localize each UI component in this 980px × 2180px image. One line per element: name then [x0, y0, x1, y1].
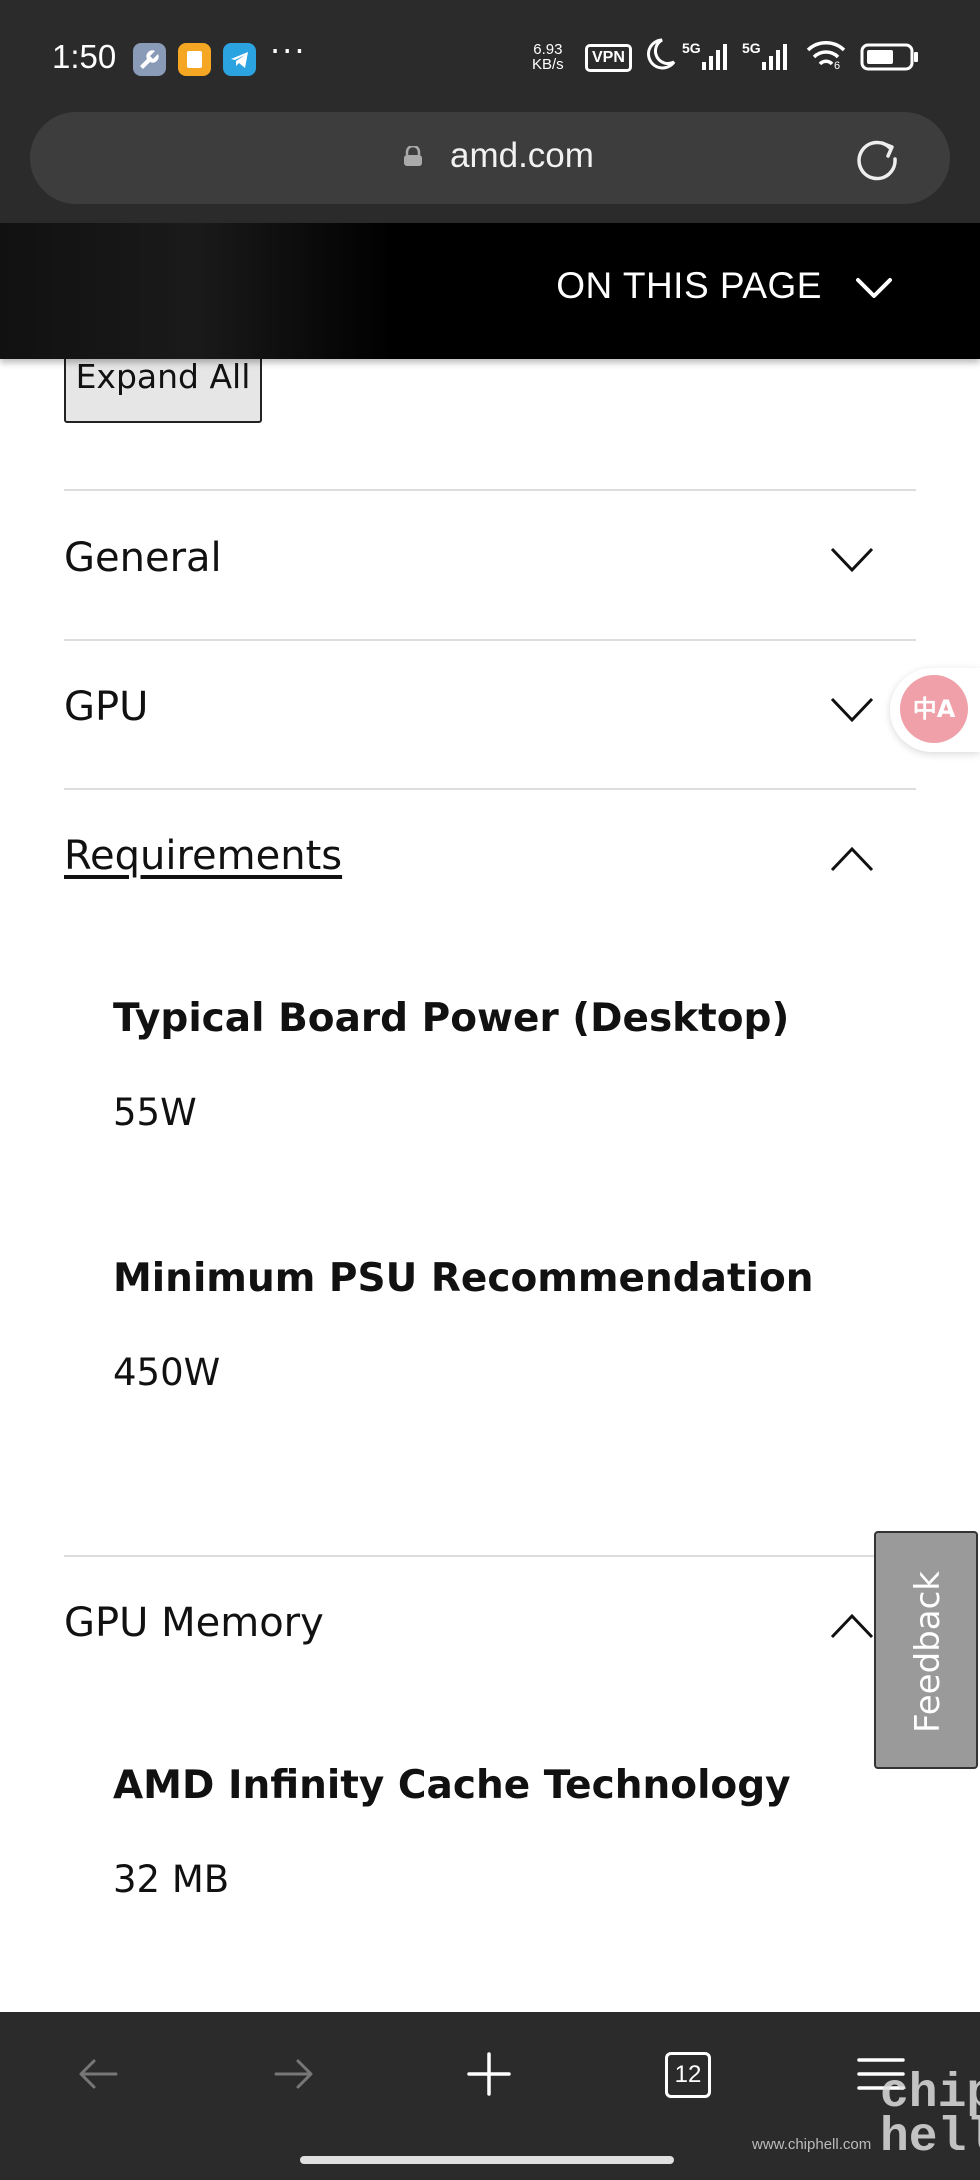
signal-icon-2: [762, 44, 787, 70]
spec-label: AMD Infinity Cache Technology: [113, 1763, 791, 1808]
vpn-badge: VPN: [585, 44, 632, 72]
spec-value: 55W: [113, 1091, 197, 1134]
address-bar[interactable]: amd.com: [30, 112, 950, 204]
forward-arrow-icon[interactable]: [272, 2052, 316, 2096]
watermark-logo: chiphell: [880, 2067, 980, 2165]
section-divider: [64, 788, 916, 790]
on-this-page-label: ON THIS PAGE: [556, 265, 822, 306]
wifi-badge: 6: [834, 60, 841, 72]
network-speed: 6.93 KB/s: [532, 42, 564, 72]
spec-value: 32 MB: [113, 1858, 230, 1901]
chevron-down-icon[interactable]: [829, 546, 875, 574]
translate-floating-tab[interactable]: 中A: [890, 668, 980, 752]
spec-label: Typical Board Power (Desktop): [113, 996, 790, 1041]
feedback-label: Feedback: [908, 1571, 948, 1733]
on-this-page-bar[interactable]: ON THIS PAGE: [0, 223, 980, 359]
net-type-2: 5G: [742, 40, 761, 56]
section-title-gpu-memory[interactable]: GPU Memory: [64, 1600, 324, 1646]
more-notifications-icon: ···: [270, 32, 307, 70]
tools-app-icon: [133, 43, 166, 76]
status-time: 1:50: [52, 38, 117, 75]
section-title-requirements[interactable]: Requirements: [64, 833, 342, 879]
battery-icon: [860, 43, 918, 71]
chevron-down-icon[interactable]: [829, 696, 875, 724]
network-speed-value: 6.93: [533, 41, 563, 58]
telegram-app-icon: [223, 43, 256, 76]
home-indicator: [300, 2156, 674, 2164]
spec-label: Minimum PSU Recommendation: [113, 1256, 814, 1301]
tabs-count-button[interactable]: 12: [665, 2052, 711, 2098]
expand-all-label: Expand All: [75, 357, 251, 396]
watermark-text: www.chiphell.com: [752, 2136, 872, 2153]
back-arrow-icon[interactable]: [76, 2052, 120, 2096]
reload-icon[interactable]: [852, 134, 902, 184]
browser-bottom-nav: 12 www.chiphell.com chiphell: [0, 2012, 980, 2180]
network-speed-unit: KB/s: [532, 56, 564, 73]
lock-icon: [404, 146, 422, 166]
section-divider: [64, 489, 916, 491]
section-divider: [64, 1555, 916, 1557]
status-bar: 1:50 ··· 6.93 KB/s VPN 5G 5G 6: [0, 0, 980, 112]
signal-icon-1: [702, 44, 727, 70]
notes-app-icon: [178, 43, 211, 76]
new-tab-plus-icon[interactable]: [467, 2052, 511, 2096]
moon-icon: [647, 38, 676, 70]
net-type-1: 5G: [682, 40, 701, 56]
section-title-gpu[interactable]: GPU: [64, 684, 148, 730]
section-divider: [64, 639, 916, 641]
chevron-up-icon[interactable]: [829, 1612, 875, 1640]
spec-value: 450W: [113, 1351, 221, 1394]
browser-toolbar: amd.com: [0, 112, 980, 223]
section-title-general[interactable]: General: [64, 535, 222, 581]
chevron-up-icon[interactable]: [829, 845, 875, 873]
feedback-tab[interactable]: Feedback: [874, 1531, 978, 1769]
chevron-down-icon: [856, 278, 892, 298]
url-text[interactable]: amd.com: [450, 136, 594, 176]
translate-icon[interactable]: 中A: [900, 675, 968, 743]
